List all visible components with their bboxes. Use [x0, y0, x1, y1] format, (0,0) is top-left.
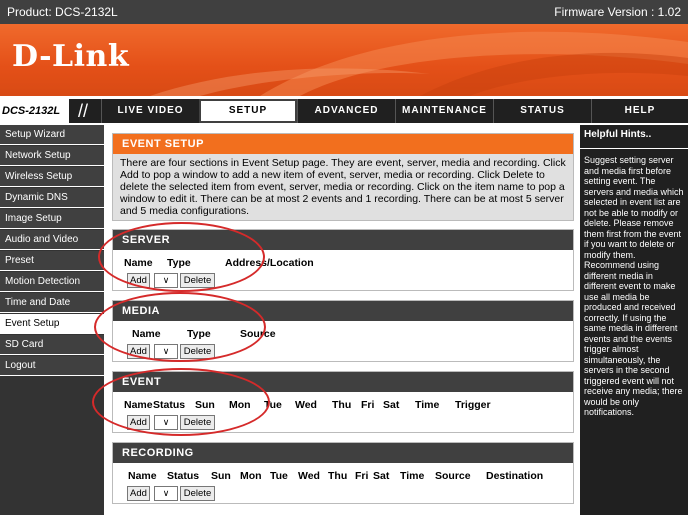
tab-help[interactable]: HELP — [591, 99, 688, 123]
col-mon: Mon — [229, 399, 251, 411]
helpful-hints-panel: Helpful Hints.. Suggest setting server a… — [580, 125, 688, 515]
chevron-down-icon: ∨ — [162, 275, 170, 285]
chevron-down-icon: ∨ — [162, 488, 170, 498]
col-source: Source — [435, 470, 471, 482]
col-name: Name — [124, 399, 153, 411]
col-thu: Thu — [332, 399, 352, 411]
server-add-button[interactable]: Add — [127, 273, 150, 288]
media-columns: Name Type Source — [113, 328, 573, 342]
recording-section: RECORDING Name Status Sun Mon Tue Wed Th… — [112, 442, 574, 504]
col-fri: Fri — [361, 399, 375, 411]
brand-banner: D-Link — [0, 24, 688, 96]
col-type: Type — [187, 328, 211, 340]
col-sat: Sat — [373, 470, 390, 482]
model-label: DCS-2132L — [0, 99, 69, 123]
firmware-label: Firmware Version : 1.02 — [554, 5, 681, 19]
recording-section-title: RECORDING — [113, 443, 573, 463]
media-select-dropdown[interactable]: ∨ — [154, 344, 178, 359]
media-section-title: MEDIA — [113, 301, 573, 321]
col-type: Type — [167, 257, 191, 269]
hints-title: Helpful Hints.. — [584, 129, 652, 140]
sidebar-item-dynamic-dns[interactable]: Dynamic DNS — [0, 188, 104, 208]
col-status: Status — [167, 470, 200, 482]
tab-maintenance[interactable]: MAINTENANCE — [395, 99, 493, 123]
col-thu: Thu — [328, 470, 348, 482]
col-wed: Wed — [295, 399, 317, 411]
sidebar-item-time-and-date[interactable]: Time and Date — [0, 293, 104, 313]
sidebar-item-setup-wizard[interactable]: Setup Wizard — [0, 125, 104, 145]
sidebar-item-motion-detection[interactable]: Motion Detection — [0, 272, 104, 292]
sidebar-item-image-setup[interactable]: Image Setup — [0, 209, 104, 229]
chevron-down-icon: ∨ — [162, 417, 170, 427]
col-tue: Tue — [264, 399, 282, 411]
server-section: SERVER Name Type Address/Location Add ∨ … — [112, 229, 574, 291]
recording-add-button[interactable]: Add — [127, 486, 150, 501]
col-time: Time — [415, 399, 440, 411]
recording-delete-button[interactable]: Delete — [180, 486, 215, 501]
col-destination: Destination — [486, 470, 544, 482]
col-sun: Sun — [211, 470, 231, 482]
media-add-button[interactable]: Add — [127, 344, 150, 359]
event-delete-button[interactable]: Delete — [180, 415, 215, 430]
col-trigger: Trigger — [455, 399, 491, 411]
sidebar-item-sd-card[interactable]: SD Card — [0, 335, 104, 355]
event-setup-title: EVENT SETUP — [113, 134, 573, 154]
product-label: Product: DCS-2132L — [7, 5, 118, 19]
event-setup-description: There are four sections in Event Setup p… — [113, 154, 573, 220]
event-columns: Name Status Sun Mon Tue Wed Thu Fri Sat … — [113, 399, 573, 413]
col-tue: Tue — [270, 470, 288, 482]
recording-columns: Name Status Sun Mon Tue Wed Thu Fri Sat … — [113, 470, 573, 484]
col-mon: Mon — [240, 470, 262, 482]
event-select-dropdown[interactable]: ∨ — [154, 415, 178, 430]
col-wed: Wed — [298, 470, 320, 482]
event-section: EVENT Name Status Sun Mon Tue Wed Thu Fr… — [112, 371, 574, 433]
server-select-dropdown[interactable]: ∨ — [154, 273, 178, 288]
server-section-title: SERVER — [113, 230, 573, 250]
col-status: Status — [153, 399, 186, 411]
dlink-logo[interactable]: D-Link — [12, 39, 129, 74]
event-add-button[interactable]: Add — [127, 415, 150, 430]
tab-live-video[interactable]: LIVE VIDEO — [101, 99, 199, 123]
chevron-down-icon: ∨ — [162, 346, 170, 356]
top-bar: Product: DCS-2132L Firmware Version : 1.… — [0, 0, 688, 24]
server-columns: Name Type Address/Location — [113, 257, 573, 271]
recording-select-dropdown[interactable]: ∨ — [154, 486, 178, 501]
col-time: Time — [400, 470, 425, 482]
server-delete-button[interactable]: Delete — [180, 273, 215, 288]
sidebar-item-event-setup[interactable]: Event Setup — [0, 314, 104, 334]
sidebar: Setup Wizard Network Setup Wireless Setu… — [0, 125, 104, 515]
hints-body: Suggest setting server and media first b… — [584, 155, 684, 417]
event-section-title: EVENT — [113, 372, 573, 392]
sidebar-item-audio-and-video[interactable]: Audio and Video — [0, 230, 104, 250]
col-name: Name — [128, 470, 157, 482]
nav-divider-icon: // — [77, 101, 88, 121]
sidebar-item-wireless-setup[interactable]: Wireless Setup — [0, 167, 104, 187]
tab-setup[interactable]: SETUP — [199, 99, 297, 123]
col-sun: Sun — [195, 399, 215, 411]
col-source: Source — [240, 328, 276, 340]
sidebar-item-logout[interactable]: Logout — [0, 356, 104, 376]
sidebar-item-network-setup[interactable]: Network Setup — [0, 146, 104, 166]
media-section: MEDIA Name Type Source Add ∨ Delete — [112, 300, 574, 362]
col-sat: Sat — [383, 399, 400, 411]
sidebar-item-preset[interactable]: Preset — [0, 251, 104, 271]
tab-advanced[interactable]: ADVANCED — [297, 99, 395, 123]
event-setup-panel: EVENT SETUP There are four sections in E… — [112, 133, 574, 221]
col-address-location: Address/Location — [225, 257, 314, 269]
col-name: Name — [124, 257, 153, 269]
col-fri: Fri — [355, 470, 369, 482]
media-delete-button[interactable]: Delete — [180, 344, 215, 359]
col-name: Name — [132, 328, 161, 340]
tab-status[interactable]: STATUS — [493, 99, 591, 123]
